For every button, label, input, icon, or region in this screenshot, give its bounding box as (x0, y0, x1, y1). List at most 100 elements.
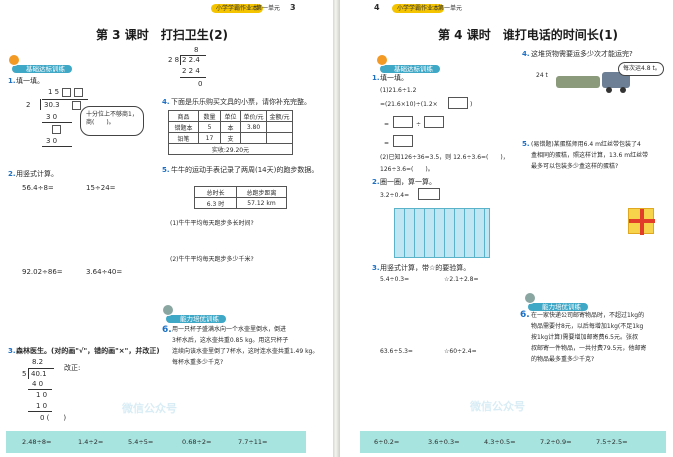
q4-number: 4. (162, 98, 170, 106)
calc-item: 63.6÷5.3= (380, 348, 413, 355)
left-page: 小学学霸作业本 第一单元 3 第 3 课时 打扫卫生(2) 基础达标训练 1. … (0, 0, 333, 457)
mascot-icon (162, 304, 174, 316)
calc-item: 3.64÷40= (86, 268, 123, 276)
table-row: 错题本 5 本 3.80 (168, 121, 293, 133)
q5-text: 牛牛的运动手表记录了两周(14天)的跑步数据。 (171, 166, 319, 174)
wheel-icon (620, 87, 626, 93)
book-gutter (333, 0, 340, 457)
wheel-icon (606, 87, 612, 93)
blank-cell[interactable] (240, 132, 267, 144)
badge-icon (8, 54, 20, 66)
receipt-table: 商品 数量 单位 单价/元 金额/元 错题本 5 本 3.80 铅笔 17 支 … (168, 110, 293, 155)
quick-calc-bar: 2.48÷8= 1.4÷2= 5.4÷5= 0.68÷2= 7.7÷11= (6, 431, 306, 453)
header-tag: 小学学霸作业本 (392, 4, 445, 13)
q1-number: 1. (8, 77, 16, 85)
q6-line: 按1kg计算)需要增加邮寄费6.5元。张叔 (531, 334, 638, 341)
answer-box[interactable] (52, 125, 61, 134)
prev-long-division: 8 2 8 2 2.4 2 2 4 0 (168, 46, 208, 94)
q3-long-division: 8.2 改正: 5 40.1 4 0 1 0 1 0 0 ( ) (22, 358, 81, 422)
blank-cell[interactable] (266, 121, 293, 133)
mascot-icon (524, 292, 536, 304)
q6-line: 叔邮寄一件物品，一共付费79.5元，他邮寄 (531, 345, 647, 352)
gift-box-icon (628, 208, 655, 235)
section-basic: 基础达标训练 (376, 54, 440, 75)
quick-calc-item: 7.7÷11= (238, 438, 268, 446)
answer-box[interactable] (393, 135, 413, 147)
quick-calc-item: 4.3÷0.5= (484, 438, 516, 446)
q2-number: 2. (8, 170, 16, 178)
q1-text: 填一填。 (16, 77, 44, 85)
q1-number: 1. (372, 74, 380, 82)
q5-line: (易错题)某蛋糕师用6.4 m红丝带包装了4 (531, 141, 641, 148)
answer-box[interactable] (62, 88, 71, 97)
calc-item: 92.02÷86= (22, 268, 63, 276)
speech-bubble: 每次运4.8 t。 (618, 62, 664, 76)
q6-line: 物品需要付8元，以后每增加1kg(不足1kg (531, 323, 644, 330)
answer-box[interactable] (393, 116, 413, 128)
calc-item: ☆2.1÷2.8= (444, 276, 479, 283)
q6-line: 每杯水重多少千克? (172, 359, 224, 366)
quick-calc-bar: 6÷0.2= 3.6÷0.3= 4.3÷0.5= 7.2÷0.9= 7.5÷2.… (360, 431, 666, 453)
q2-text: 圈一圈，算一算。 (380, 178, 436, 186)
quick-calc-item: 1.4÷2= (78, 438, 104, 446)
table-header-row: 商品 数量 单位 单价/元 金额/元 (168, 110, 293, 122)
watermark: 微信公众号 (122, 402, 177, 415)
calc-item: 15÷24= (86, 184, 116, 192)
quick-calc-item: 7.5÷2.5= (596, 438, 628, 446)
decimal-grid-image[interactable] (394, 208, 490, 258)
calc-item: 5.4÷0.3= (380, 276, 410, 283)
page-number: 4 (374, 3, 380, 12)
table-row: 铅笔 17 支 (168, 132, 293, 144)
q5-sub-2: (2)牛牛平均每天跑步多少千米? (170, 256, 254, 263)
q6-line: 的物品最多重多少千克? (531, 356, 595, 363)
quick-calc-item: 0.68÷2= (182, 438, 212, 446)
q4-text: 下面是乐乐购买文具的小票，请你补充完整。 (171, 98, 311, 106)
page-number: 3 (290, 3, 296, 12)
q6-line: 3杯水后，这水壶共重0.85 kg。用这只杯子 (172, 337, 289, 344)
q1-text: 填一填。 (380, 74, 408, 82)
section-advanced: 能力培优训练 (524, 292, 588, 313)
q5-sub-1: (1)牛牛平均每天跑步多长时间? (170, 220, 254, 227)
q5-number: 5. (162, 166, 170, 174)
hint-bubble: 十分位上不够商1，商( )。 (80, 106, 144, 136)
quick-calc-item: 6÷0.2= (374, 438, 400, 446)
right-page: 4 小学学霸作业本 第一单元 第 4 课时 谁打电话的时间长(1) 基础达标训练… (340, 0, 673, 457)
quick-calc-item: 3.6÷0.3= (428, 438, 460, 446)
cargo-pile-icon (556, 76, 600, 88)
q6-line: 在一家快递公司邮寄物品时，不超过1kg的 (531, 312, 645, 319)
table-row: 6.3 时 57.12 km (194, 197, 287, 209)
badge-icon (376, 54, 388, 66)
q3-number: 3. (8, 347, 16, 355)
answer-box[interactable] (74, 88, 83, 97)
calc-item: ☆60÷2.4= (444, 348, 477, 355)
quick-calc-item: 7.2÷0.9= (540, 438, 572, 446)
answer-box[interactable] (424, 116, 444, 128)
page-title: 第 4 课时 谁打电话的时间长(1) (438, 28, 619, 42)
truck-illustration: 24 t 每次运4.8 t。 (536, 62, 664, 94)
q6-line: 连续向该水壶里倒了7杯水，这时连水壶共重1.49 kg。 (172, 348, 319, 355)
q3-text: 用竖式计算，带☆的要验算。 (380, 264, 471, 272)
q2-number: 2. (372, 178, 380, 186)
answer-box[interactable] (72, 101, 81, 110)
q6-number: 6. (520, 310, 530, 320)
q4-number: 4. (522, 50, 530, 58)
calc-item: 56.4÷8= (22, 184, 54, 192)
quick-calc-item: 2.48÷8= (22, 438, 52, 446)
answer-box[interactable] (448, 97, 468, 109)
header-unit: 第一单元 (438, 5, 463, 12)
q3-number: 3. (372, 264, 380, 272)
section-basic: 基础达标训练 (8, 54, 72, 75)
q5-number: 5. (522, 140, 530, 148)
table-footer-row: 实收:29.20元 (168, 143, 293, 155)
q2-expression: 3.2÷0.4= (380, 192, 410, 199)
q2-text: 用竖式计算。 (16, 170, 58, 178)
header-unit: 第一单元 (256, 5, 281, 12)
q6-line: 用一只杯子盛满水向一个水壶里倒水，倒进 (172, 326, 287, 333)
blank-cell[interactable] (266, 132, 293, 144)
page-title: 第 3 课时 打扫卫生(2) (96, 28, 229, 42)
watermark: 微信公众号 (470, 400, 525, 413)
answer-box[interactable] (418, 188, 440, 200)
table-header-row: 总时长 总跑步距离 (194, 186, 287, 198)
quick-calc-item: 5.4÷5= (128, 438, 154, 446)
q3-text: 森林医生。(对的画"√"，错的画"×"，并改正) (16, 347, 160, 355)
